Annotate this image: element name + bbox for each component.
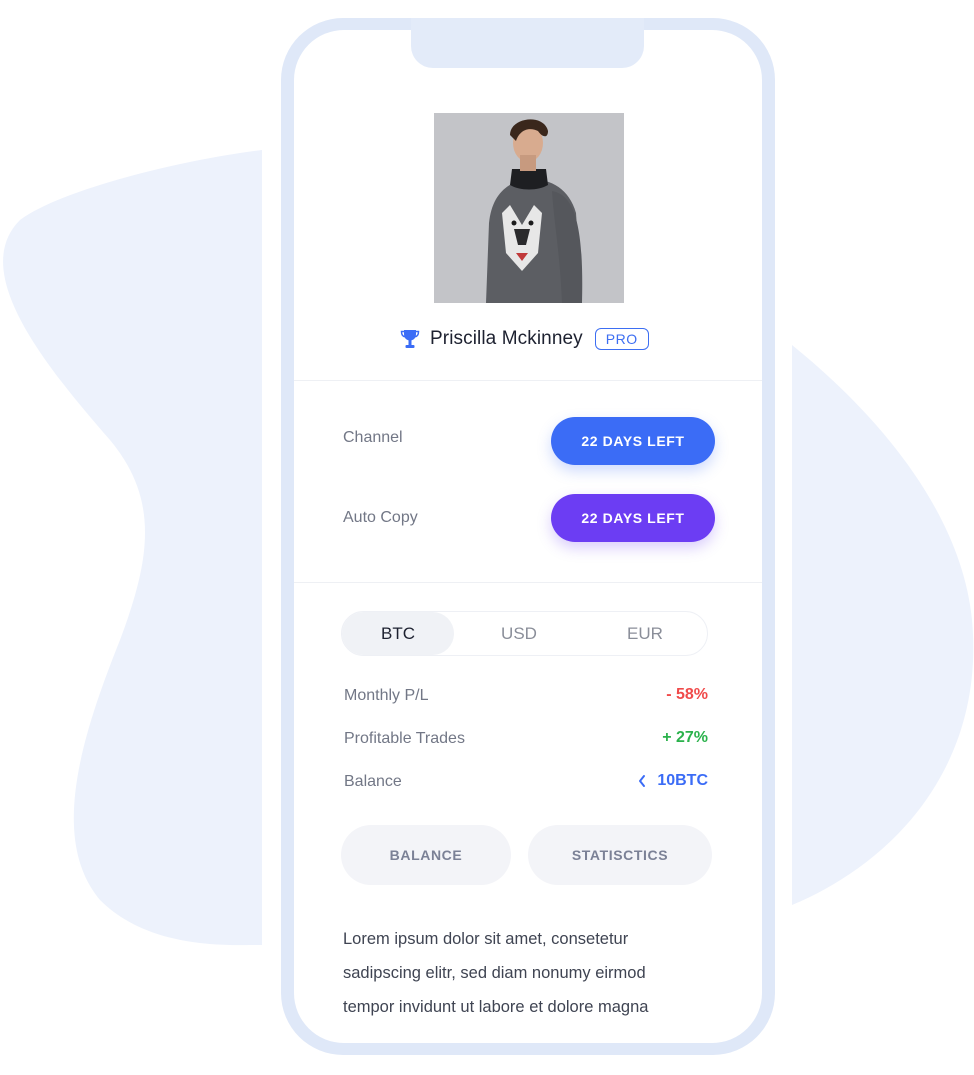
profitable-trades-label: Profitable Trades <box>344 730 465 747</box>
phone-notch <box>411 18 644 68</box>
description-line: sadipscing elitr, sed diam nonumy eirmod <box>343 964 646 982</box>
description-line: Lorem ipsum dolor sit amet, consetetur <box>343 930 629 948</box>
divider <box>294 582 762 583</box>
profitable-trades-value: + 27% <box>662 729 708 746</box>
statistics-tab-button[interactable]: STATISCTICS <box>528 825 712 885</box>
auto-copy-label: Auto Copy <box>343 509 418 526</box>
currency-segmented-control: BTC USD EUR <box>341 611 708 656</box>
description-line: tempor invidunt ut labore et dolore magn… <box>343 998 649 1016</box>
auto-copy-days-left-button[interactable]: 22 DAYS LEFT <box>551 494 715 542</box>
tab-usd[interactable]: USD <box>454 612 584 655</box>
description-text: Lorem ipsum dolor sit amet, consetetur s… <box>343 922 703 1024</box>
monthly-pl-value: - 58% <box>666 686 708 703</box>
balance-value: 10BTC <box>657 772 708 789</box>
monthly-pl-label: Monthly P/L <box>344 687 429 704</box>
tab-btc[interactable]: BTC <box>342 612 454 655</box>
profile-photo <box>434 113 624 303</box>
trophy-icon <box>400 330 420 348</box>
pro-badge: PRO <box>594 328 649 350</box>
profile-name-row: Priscilla Mckinney PRO <box>400 324 649 354</box>
profile-photo-illustration <box>434 113 624 303</box>
tab-eur[interactable]: EUR <box>584 612 706 655</box>
divider <box>294 380 762 381</box>
balance-tab-button[interactable]: BALANCE <box>341 825 511 885</box>
balance-label: Balance <box>344 773 402 790</box>
chevron-left-icon[interactable] <box>637 774 647 788</box>
profile-name: Priscilla Mckinney <box>430 328 583 349</box>
balance-value-row: 10BTC <box>637 772 708 790</box>
channel-label: Channel <box>343 429 403 446</box>
channel-days-left-button[interactable]: 22 DAYS LEFT <box>551 417 715 465</box>
